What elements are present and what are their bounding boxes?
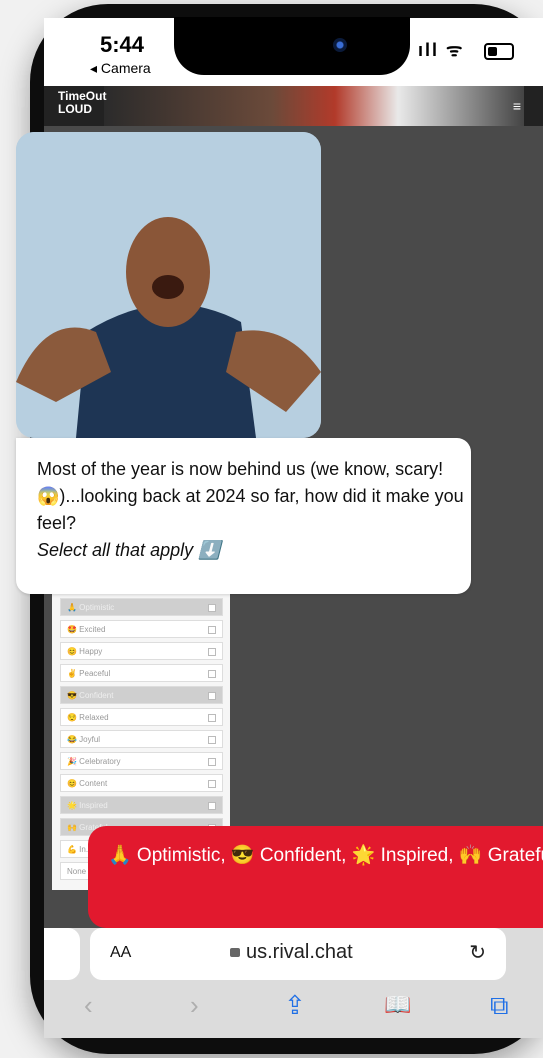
checkbox-icon[interactable]	[208, 714, 216, 722]
share-icon[interactable]: ⇪	[284, 990, 306, 1021]
option-label: 🤩 Excited	[67, 625, 106, 634]
option-item[interactable]: 🎉 Celebratory	[60, 752, 223, 770]
option-item[interactable]: 😊 Content	[60, 774, 223, 792]
checkbox-icon[interactable]	[208, 648, 216, 656]
user-reply-bubble: 🙏 Optimistic, 😎 Confident, 🌟 Inspired, 🙌…	[88, 826, 543, 928]
option-label: 🎉 Celebratory	[67, 757, 121, 766]
safari-bottom-bar: AA us.rival.chat ↻ ‹ › ⇪ 📖 ⧉	[44, 928, 543, 1038]
site-header: TimeOut LOUD ≡	[44, 86, 543, 126]
option-item[interactable]: 🌟 Inspired	[60, 796, 223, 814]
timeout-loud-logo[interactable]: TimeOut LOUD	[58, 90, 106, 116]
option-item[interactable]: 😊 Happy	[60, 642, 223, 660]
option-label: 😊 Content	[67, 779, 108, 788]
option-item[interactable]: 😌 Relaxed	[60, 708, 223, 726]
checkbox-icon[interactable]	[208, 758, 216, 766]
chat-message-bubble: Most of the year is now behind us (we kn…	[16, 438, 471, 594]
forward-icon[interactable]: ›	[190, 990, 199, 1021]
option-label: 😂 Joyful	[67, 735, 101, 744]
header-banner-image	[104, 86, 524, 126]
back-to-camera-link[interactable]: ◂ Camera	[90, 60, 151, 77]
option-item[interactable]: 😎 Confident	[60, 686, 223, 704]
message-text: Most of the year is now behind us (we kn…	[37, 456, 467, 564]
checkbox-icon[interactable]	[208, 626, 216, 634]
status-time: 5:44	[100, 32, 145, 57]
option-label: 😎 Confident	[67, 691, 114, 700]
previous-tab-pill[interactable]	[44, 928, 80, 980]
address-bar[interactable]: AA us.rival.chat ↻	[90, 928, 506, 980]
logo-line-2: LOUD	[58, 102, 92, 116]
checkbox-icon[interactable]	[208, 670, 216, 678]
checkbox-icon[interactable]	[208, 604, 216, 612]
option-label: 😊 Happy	[67, 647, 103, 656]
option-item[interactable]: ✌️ Peaceful	[60, 664, 223, 682]
reader-aa-button[interactable]: AA	[110, 944, 131, 962]
message-instruction: Select all that apply ⬇️	[37, 540, 221, 560]
url-display[interactable]: us.rival.chat	[230, 941, 353, 964]
dynamic-island	[174, 17, 410, 75]
lock-icon	[230, 948, 240, 957]
checkbox-icon[interactable]	[208, 780, 216, 788]
bookmarks-icon[interactable]: 📖	[384, 992, 411, 1018]
checkbox-icon[interactable]	[208, 736, 216, 744]
option-item[interactable]: 🤩 Excited	[60, 620, 223, 638]
tabs-icon[interactable]: ⧉	[490, 990, 509, 1022]
option-item[interactable]: 😂 Joyful	[60, 730, 223, 748]
back-icon[interactable]: ‹	[84, 990, 93, 1021]
checkbox-icon[interactable]	[208, 692, 216, 700]
message-question: Most of the year is now behind us (we kn…	[37, 459, 464, 533]
option-label: ✌️ Peaceful	[67, 669, 111, 678]
option-item[interactable]: 🙏 Optimistic	[60, 598, 223, 616]
option-label: 🌟 Inspired	[67, 801, 108, 810]
signal-wifi-icon: ıll ᯤ	[418, 40, 465, 60]
checkbox-icon[interactable]	[208, 802, 216, 810]
menu-icon[interactable]: ≡	[513, 98, 521, 114]
option-label: 🙏 Optimistic	[67, 603, 115, 612]
reload-icon[interactable]: ↻	[469, 940, 486, 965]
reply-text: 🙏 Optimistic, 😎 Confident, 🌟 Inspired, 🙌…	[108, 845, 543, 866]
option-label: None	[67, 867, 87, 876]
battery-icon	[484, 43, 514, 60]
camera-icon	[333, 38, 347, 52]
option-label: 😌 Relaxed	[67, 713, 109, 722]
reaction-gif	[16, 132, 321, 438]
url-text: us.rival.chat	[246, 941, 353, 963]
